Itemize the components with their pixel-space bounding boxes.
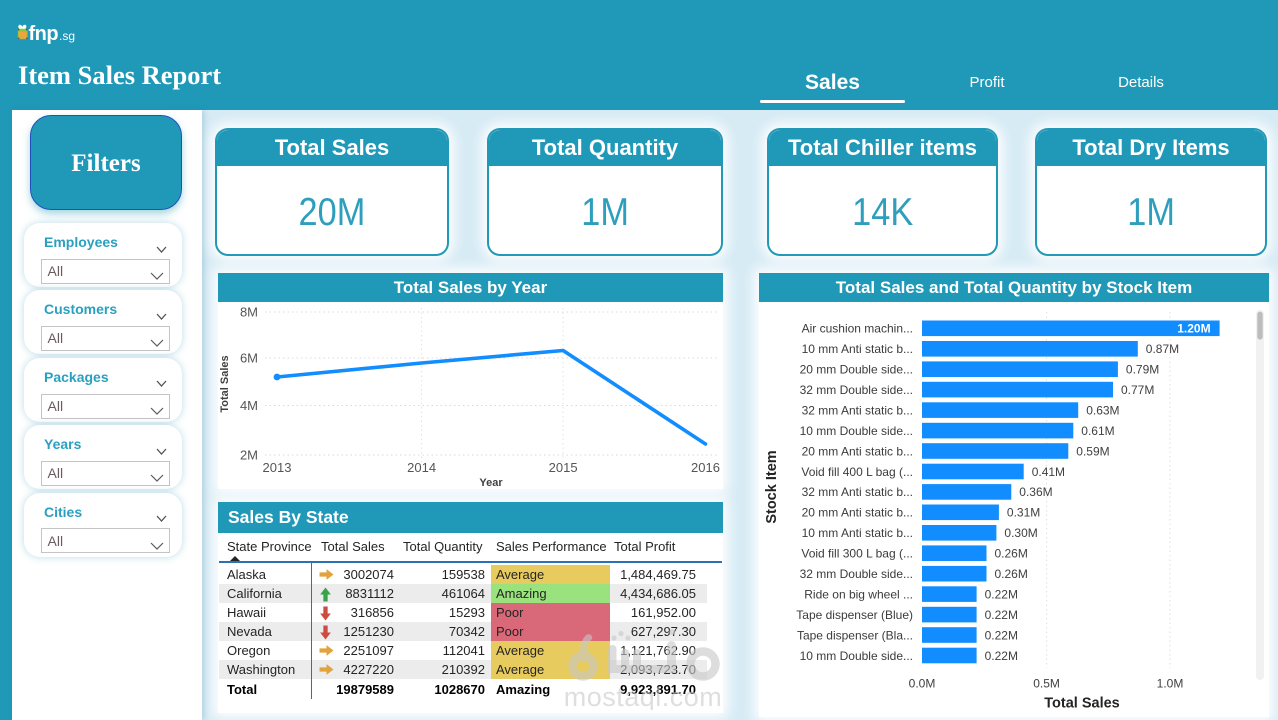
svg-text:0.59M: 0.59M <box>1076 444 1109 458</box>
svg-text:4M: 4M <box>240 398 258 413</box>
svg-text:0.41M: 0.41M <box>1032 465 1065 479</box>
svg-text:0.87M: 0.87M <box>1146 342 1179 356</box>
svg-text:0.22M: 0.22M <box>985 587 1018 601</box>
svg-text:10 mm Double side...: 10 mm Double side... <box>800 649 913 663</box>
svg-text:fnp: fnp <box>29 23 59 45</box>
svg-text:Void fill 400 L bag (...: Void fill 400 L bag (... <box>801 465 913 479</box>
svg-text:0.30M: 0.30M <box>1004 526 1037 540</box>
svg-text:6M: 6M <box>240 351 258 366</box>
svg-text:0.5M: 0.5M <box>1033 677 1060 691</box>
svg-text:Total Sales: Total Sales <box>219 355 231 412</box>
svg-text:32 mm Double side...: 32 mm Double side... <box>800 567 913 581</box>
svg-text:1.0M: 1.0M <box>1157 677 1184 691</box>
svg-text:10 mm Double side...: 10 mm Double side... <box>800 424 913 438</box>
svg-text:.sg: .sg <box>59 29 75 43</box>
svg-text:Tape dispenser (Blue): Tape dispenser (Blue) <box>796 608 913 622</box>
svg-text:20 mm Anti static b...: 20 mm Anti static b... <box>802 444 913 458</box>
svg-text:Air cushion machin...: Air cushion machin... <box>802 322 913 336</box>
svg-text:mostaql.com: mostaql.com <box>564 682 723 710</box>
svg-text:8M: 8M <box>240 305 258 320</box>
svg-text:32 mm Anti static b...: 32 mm Anti static b... <box>802 485 913 499</box>
svg-text:2013: 2013 <box>263 460 292 475</box>
svg-text:0.61M: 0.61M <box>1081 424 1114 438</box>
svg-text:32 mm Double side...: 32 mm Double side... <box>800 383 913 397</box>
svg-text:10 mm Anti static b...: 10 mm Anti static b... <box>802 342 913 356</box>
svg-text:Ride on big wheel ...: Ride on big wheel ... <box>804 587 913 601</box>
svg-text:10 mm Anti static b...: 10 mm Anti static b... <box>802 526 913 540</box>
svg-text:Year: Year <box>479 477 503 489</box>
svg-text:20 mm Anti static b...: 20 mm Anti static b... <box>802 506 913 520</box>
svg-text:0.31M: 0.31M <box>1007 506 1040 520</box>
svg-text:0.79M: 0.79M <box>1126 363 1159 377</box>
svg-text:0.22M: 0.22M <box>985 608 1018 622</box>
svg-text:Tape dispenser (Bla...: Tape dispenser (Bla... <box>797 628 913 642</box>
svg-text:1.20M: 1.20M <box>1177 322 1210 336</box>
svg-text:0.26M: 0.26M <box>995 547 1028 561</box>
svg-text:Void fill 300 L bag (...: Void fill 300 L bag (... <box>801 547 913 561</box>
svg-text:Stock Item: Stock Item <box>764 450 780 523</box>
svg-text:0.77M: 0.77M <box>1121 383 1154 397</box>
svg-text:0.26M: 0.26M <box>995 567 1028 581</box>
svg-text:2016: 2016 <box>691 460 720 475</box>
svg-text:2015: 2015 <box>549 460 578 475</box>
svg-text:0.22M: 0.22M <box>985 649 1018 663</box>
svg-text:32 mm Anti static b...: 32 mm Anti static b... <box>802 403 913 417</box>
svg-text:20 mm Double side...: 20 mm Double side... <box>800 363 913 377</box>
svg-text:0.22M: 0.22M <box>985 628 1018 642</box>
svg-text:2M: 2M <box>240 448 258 463</box>
svg-text:0.63M: 0.63M <box>1086 403 1119 417</box>
svg-text:2014: 2014 <box>407 460 436 475</box>
svg-text:0.0M: 0.0M <box>909 677 936 691</box>
svg-text:0.36M: 0.36M <box>1019 485 1052 499</box>
svg-text:Total Sales: Total Sales <box>1044 696 1119 712</box>
